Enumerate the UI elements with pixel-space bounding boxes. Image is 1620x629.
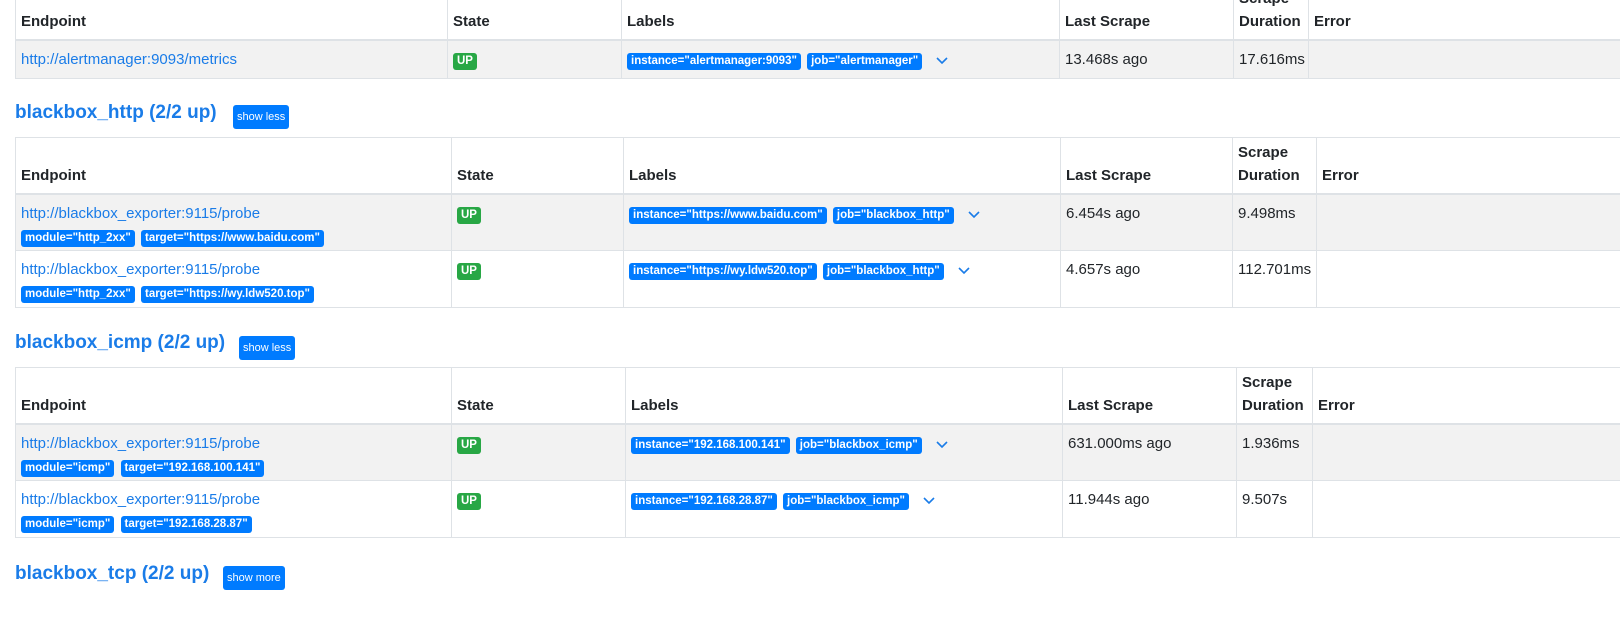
- last-scrape: 631.000ms ago: [1062, 423, 1237, 481]
- col-error: Error: [1312, 367, 1620, 425]
- endpoint-link[interactable]: http://alertmanager:9093/metrics: [21, 51, 237, 68]
- param-badge: module="icmp": [21, 459, 115, 477]
- chevron-down-icon[interactable]: [966, 208, 982, 220]
- col-endpoint: Endpoint: [15, 137, 452, 195]
- col-scrape-duration: Scrape Duration: [1236, 367, 1313, 425]
- last-scrape: 4.657s ago: [1060, 250, 1233, 308]
- scrape-duration: 9.498ms: [1232, 193, 1317, 251]
- label-badge: job="blackbox_http": [822, 263, 944, 280]
- param-badge: module="icmp": [21, 516, 115, 533]
- col-labels: Labels: [623, 137, 1061, 195]
- job-title-blackbox-http[interactable]: blackbox_http (2/2 up): [15, 102, 217, 124]
- col-state: State: [451, 137, 624, 195]
- table-row: http://alertmanager:9093/metrics UP inst…: [15, 39, 1620, 79]
- error-cell: [1316, 250, 1620, 308]
- job-title-blackbox-icmp[interactable]: blackbox_icmp (2/2 up): [15, 332, 225, 354]
- scrape-duration: 1.936ms: [1236, 423, 1313, 481]
- param-badge: module="http_2xx": [21, 286, 135, 303]
- col-scrape-duration: Scrape Duration: [1232, 137, 1317, 195]
- col-state: State: [451, 367, 626, 425]
- label-badge: instance="192.168.28.87": [631, 493, 777, 510]
- state-badge: UP: [453, 53, 477, 70]
- chevron-down-icon[interactable]: [921, 494, 937, 506]
- targets-table-blackbox-icmp: Endpoint State Labels Last Scrape Scrape…: [15, 367, 1620, 538]
- label-badge: instance="192.168.100.141": [631, 436, 790, 454]
- show-less-button[interactable]: show less: [233, 105, 290, 129]
- error-cell: [1312, 480, 1620, 538]
- table-row: http://blackbox_exporter:9115/probe modu…: [15, 250, 1620, 308]
- table-row: http://blackbox_exporter:9115/probe modu…: [15, 423, 1620, 481]
- table-row: http://blackbox_exporter:9115/probe modu…: [15, 480, 1620, 538]
- show-more-button[interactable]: show more: [223, 566, 285, 590]
- endpoint-link[interactable]: http://blackbox_exporter:9115/probe: [21, 205, 260, 222]
- scrape-duration: 112.701ms: [1232, 250, 1317, 308]
- label-badge: instance="https://www.baidu.com": [629, 206, 827, 224]
- label-badge: instance="alertmanager:9093": [627, 53, 801, 70]
- endpoint-link[interactable]: http://blackbox_exporter:9115/probe: [21, 435, 260, 452]
- label-badge: job="blackbox_icmp": [783, 493, 909, 510]
- label-badge: instance="https://wy.ldw520.top": [629, 263, 817, 280]
- error-cell: [1316, 193, 1620, 251]
- param-badge: target="192.168.28.87": [120, 516, 252, 533]
- error-cell: [1312, 423, 1620, 481]
- table-row: http://blackbox_exporter:9115/probe modu…: [15, 193, 1620, 251]
- state-badge: UP: [457, 436, 481, 454]
- label-badge: job="blackbox_http": [832, 206, 954, 224]
- show-less-button[interactable]: show less: [239, 336, 296, 360]
- param-badge: target="192.168.100.141": [120, 459, 265, 477]
- targets-table-alertmanager: Endpoint State Labels Last Scrape Scrape…: [15, 0, 1620, 79]
- col-error: Error: [1316, 137, 1620, 195]
- col-last-scrape: Last Scrape: [1059, 0, 1234, 41]
- scrape-duration: 17.616ms: [1233, 39, 1309, 79]
- label-badge: job="alertmanager": [807, 53, 923, 70]
- chevron-down-icon[interactable]: [934, 54, 950, 66]
- scrape-duration: 9.507s: [1236, 480, 1313, 538]
- col-scrape-duration: Scrape Duration: [1233, 0, 1309, 41]
- param-badge: module="http_2xx": [21, 229, 135, 247]
- last-scrape: 13.468s ago: [1059, 39, 1234, 79]
- endpoint-link[interactable]: http://blackbox_exporter:9115/probe: [21, 261, 260, 278]
- param-badge: target="https://wy.ldw520.top": [140, 286, 314, 303]
- state-badge: UP: [457, 263, 481, 280]
- col-labels: Labels: [621, 0, 1060, 41]
- col-error: Error: [1308, 0, 1620, 41]
- last-scrape: 11.944s ago: [1062, 480, 1237, 538]
- targets-table-blackbox-http: Endpoint State Labels Last Scrape Scrape…: [15, 137, 1620, 308]
- col-endpoint: Endpoint: [15, 367, 452, 425]
- endpoint-link[interactable]: http://blackbox_exporter:9115/probe: [21, 491, 260, 508]
- param-badge: target="https://www.baidu.com": [140, 229, 324, 247]
- error-cell: [1308, 39, 1620, 79]
- state-badge: UP: [457, 493, 481, 510]
- last-scrape: 6.454s ago: [1060, 193, 1233, 251]
- chevron-down-icon[interactable]: [934, 438, 950, 450]
- state-badge: UP: [457, 206, 481, 224]
- label-badge: job="blackbox_icmp": [795, 436, 922, 454]
- chevron-down-icon[interactable]: [956, 264, 972, 276]
- col-state: State: [447, 0, 622, 41]
- col-last-scrape: Last Scrape: [1062, 367, 1237, 425]
- col-last-scrape: Last Scrape: [1060, 137, 1233, 195]
- job-title-blackbox-tcp[interactable]: blackbox_tcp (2/2 up): [15, 563, 209, 585]
- col-endpoint: Endpoint: [15, 0, 448, 41]
- col-labels: Labels: [625, 367, 1063, 425]
